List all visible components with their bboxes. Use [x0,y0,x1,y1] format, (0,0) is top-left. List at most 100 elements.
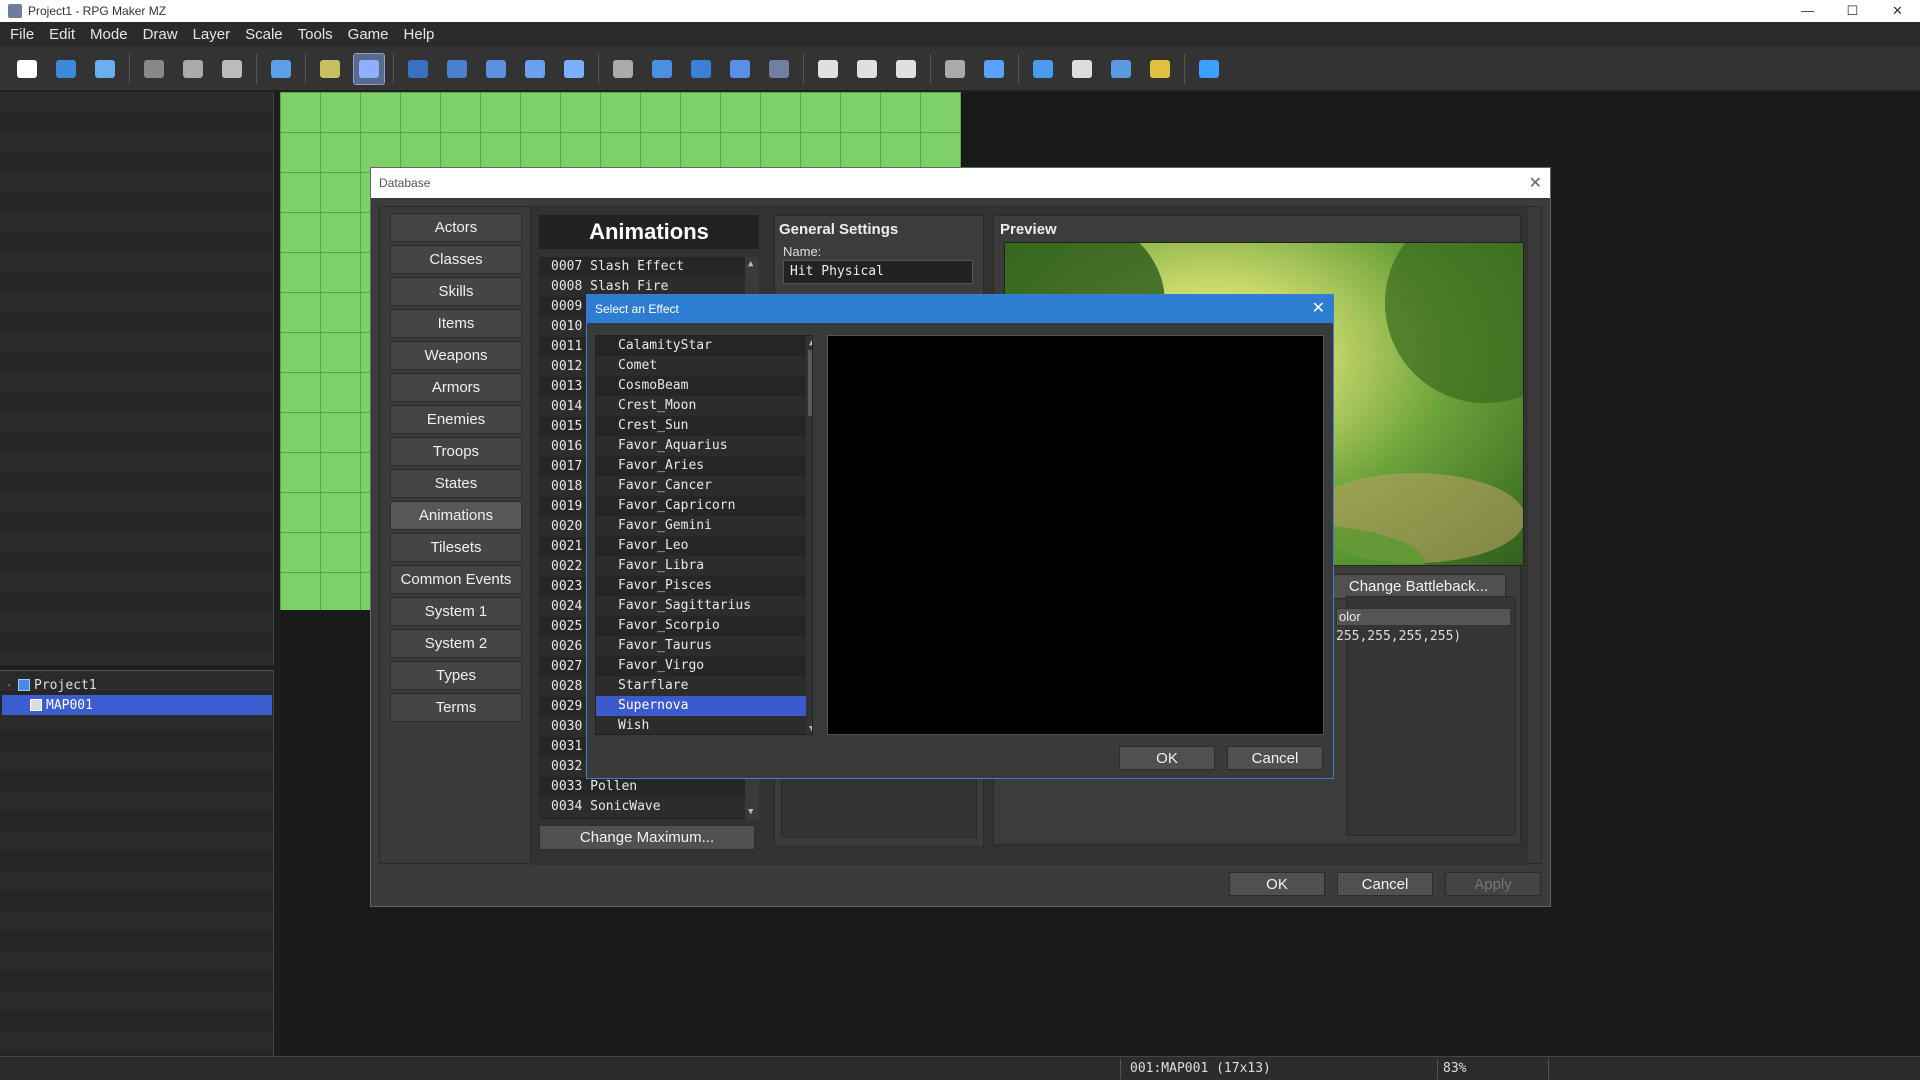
copy-button[interactable] [178,54,208,84]
layer-1-button[interactable] [403,54,433,84]
map-mode-button[interactable] [315,54,345,84]
effect-close-icon[interactable]: ✕ [1312,298,1325,318]
open-project-button[interactable] [51,54,81,84]
layer-3-button[interactable] [481,54,511,84]
effect-list-item[interactable]: Comet [596,356,812,376]
event-searcher-button[interactable] [1067,54,1097,84]
effect-list-item[interactable]: Favor_Capricorn [596,496,812,516]
effect-list-item[interactable]: Favor_Leo [596,536,812,556]
character-generator-button[interactable] [1145,54,1175,84]
database-ok-button[interactable]: OK [1229,872,1325,896]
scroll-up-icon[interactable]: ▲ [748,259,753,269]
tree-item-project[interactable]: - Project1 [6,675,266,695]
effect-cancel-button[interactable]: Cancel [1227,746,1323,770]
animation-list-item[interactable]: 0034 SonicWave [539,797,759,817]
flood-fill-button[interactable] [725,54,755,84]
tab-classes[interactable]: Classes [390,245,522,274]
playtest-button[interactable] [1194,54,1224,84]
ellipse-button[interactable] [686,54,716,84]
menu-draw[interactable]: Draw [137,26,187,43]
shadow-pen-button[interactable] [764,54,794,84]
effect-list-item[interactable]: Favor_Aquarius [596,436,812,456]
scroll-down-icon[interactable]: ▼ [809,724,812,734]
scroll-up-icon[interactable]: ▲ [809,338,812,348]
tab-troops[interactable]: Troops [390,437,522,466]
database-apply-button[interactable]: Apply [1445,872,1541,896]
menu-game[interactable]: Game [342,26,398,43]
sound-test-button[interactable] [1028,54,1058,84]
database-close-icon[interactable]: ✕ [1529,173,1542,193]
tab-enemies[interactable]: Enemies [390,405,522,434]
zoom-out-button[interactable] [852,54,882,84]
effect-list-item[interactable]: Favor_Virgo [596,656,812,676]
name-field[interactable]: Hit Physical [783,260,973,284]
tab-types[interactable]: Types [390,661,522,690]
tab-common-events[interactable]: Common Events [390,565,522,594]
layer-4-button[interactable] [520,54,550,84]
tab-weapons[interactable]: Weapons [390,341,522,370]
zoom-actual-button[interactable] [891,54,921,84]
effect-ok-button[interactable]: OK [1119,746,1215,770]
effect-scroll-thumb[interactable] [808,350,812,416]
menu-file[interactable]: File [4,26,43,43]
tab-tilesets[interactable]: Tilesets [390,533,522,562]
effect-list-item[interactable]: Favor_Taurus [596,636,812,656]
scroll-down-icon[interactable]: ▼ [748,807,753,817]
menu-tools[interactable]: Tools [292,26,342,43]
effect-list-item[interactable]: Favor_Cancer [596,476,812,496]
resource-manager-button[interactable] [1106,54,1136,84]
save-project-button[interactable] [90,54,120,84]
effect-list-item[interactable]: Favor_Sagittarius [596,596,812,616]
effect-list-item[interactable]: CalamityStar [596,336,812,356]
menu-edit[interactable]: Edit [43,26,84,43]
effect-list-item[interactable]: Wish [596,716,812,734]
pencil-button[interactable] [608,54,638,84]
animation-list-item[interactable]: 0007 Slash Effect [539,257,759,277]
layer-2-button[interactable] [442,54,472,84]
menu-layer[interactable]: Layer [187,26,240,43]
effect-list-item[interactable]: Favor_Aries [596,456,812,476]
paste-button[interactable] [217,54,247,84]
tab-states[interactable]: States [390,469,522,498]
minimize-button[interactable]: — [1785,0,1830,22]
effect-list-item[interactable]: Favor_Scorpio [596,616,812,636]
tab-system-1[interactable]: System 1 [390,597,522,626]
tab-skills[interactable]: Skills [390,277,522,306]
database-button[interactable] [940,54,970,84]
menu-mode[interactable]: Mode [84,26,137,43]
tab-actors[interactable]: Actors [390,213,522,242]
new-project-button[interactable] [12,54,42,84]
effect-list-item[interactable]: Favor_Gemini [596,516,812,536]
menu-help[interactable]: Help [398,26,444,43]
close-window-button[interactable]: ✕ [1875,0,1920,22]
timing-color-value[interactable]: 255,255,255,255) [1336,629,1461,644]
event-mode-button[interactable] [353,52,385,85]
change-maximum-button[interactable]: Change Maximum... [539,825,755,850]
tab-system-2[interactable]: System 2 [390,629,522,658]
tab-armors[interactable]: Armors [390,373,522,402]
rectangle-button[interactable] [647,54,677,84]
tree-item-map001[interactable]: MAP001 [2,695,272,715]
tab-items[interactable]: Items [390,309,522,338]
layer-auto-button[interactable] [559,54,589,84]
maximize-button[interactable]: ☐ [1830,0,1875,22]
cut-button[interactable] [139,54,169,84]
tab-animations[interactable]: Animations [390,501,522,530]
effect-list-item[interactable]: CosmoBeam [596,376,812,396]
effect-list[interactable]: CalamityStar Comet CosmoBeam Crest_Moon Cres… [595,335,813,735]
tab-terms[interactable]: Terms [390,693,522,722]
effect-list-item[interactable]: Favor_Pisces [596,576,812,596]
effect-list-item[interactable]: Favor_Libra [596,556,812,576]
menu-scale[interactable]: Scale [239,26,292,43]
animation-list-item[interactable]: 0033 Pollen [539,777,759,797]
undo-button[interactable] [266,54,296,84]
effect-list-item[interactable]: Crest_Moon [596,396,812,416]
effect-scrollbar[interactable]: ▲ ▼ [806,336,812,734]
effect-list-item[interactable]: Starflare [596,676,812,696]
zoom-in-button[interactable] [813,54,843,84]
effect-list-item[interactable]: Supernova [596,696,812,716]
effect-list-item[interactable]: Crest_Sun [596,416,812,436]
database-cancel-button[interactable]: Cancel [1337,872,1433,896]
plugin-manager-button[interactable] [979,54,1009,84]
tileset-palette[interactable] [0,92,274,665]
